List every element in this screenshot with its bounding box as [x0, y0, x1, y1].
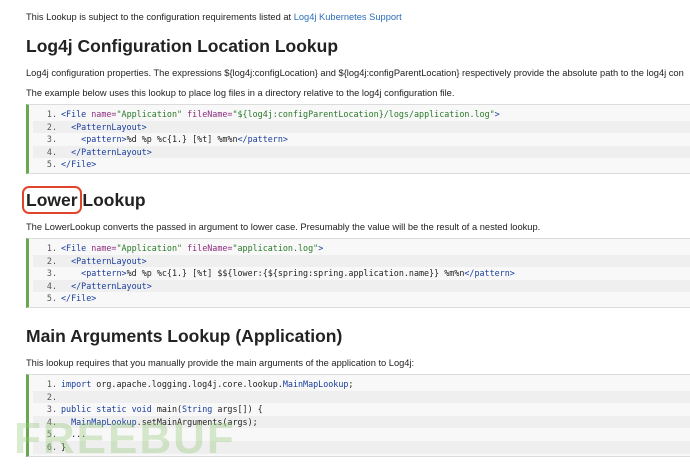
line-number: 2.: [46, 121, 57, 132]
freebuf-watermark-logo: FREEBUF: [14, 414, 236, 463]
section-heading-lower-lookup: Lower Lookup: [22, 186, 146, 214]
line-number: 2.: [46, 391, 57, 402]
section-heading-main-arguments: Main Arguments Lookup (Application): [26, 326, 343, 346]
highlighted-word-lower: Lower: [22, 186, 82, 214]
code-text: <pattern>%d %p %c{1.} [%t] $${lower:{${s…: [61, 268, 515, 279]
line-number: 3.: [46, 268, 57, 279]
code-line: 3. <pattern>%d %p %c{1.} [%t] %m%n</patt…: [33, 133, 690, 146]
line-number: 3.: [46, 134, 57, 145]
lower-lookup-description: The LowerLookup converts the passed in a…: [26, 222, 541, 232]
line-number: 4.: [46, 280, 57, 291]
code-text: <PatternLayout>: [61, 121, 147, 132]
code-text: <pattern>%d %p %c{1.} [%t] %m%n</pattern…: [61, 134, 288, 145]
line-number: 1.: [46, 109, 57, 119]
code-text: </PatternLayout>: [61, 146, 152, 157]
code-text: <File name="Application" fileName="appli…: [61, 243, 324, 253]
code-line: 4. </PatternLayout>: [33, 279, 690, 293]
section-heading-config-location: Log4j Configuration Location Lookup: [26, 36, 339, 56]
intro-text: This Lookup is subject to the configurat…: [26, 12, 402, 22]
line-number: 4.: [46, 146, 57, 157]
code-block-config-location: 1. <File name="Application" fileName="${l…: [26, 104, 690, 174]
line-number: 1.: [46, 379, 57, 389]
code-line: 3. <pattern>%d %p %c{1.} [%t] $${lower:{…: [33, 267, 690, 280]
code-text: <PatternLayout>: [61, 255, 147, 266]
code-line: 2. <PatternLayout>: [33, 120, 690, 134]
main-arguments-description: This lookup requires that you manually p…: [26, 358, 415, 368]
line-number: 5.: [46, 293, 57, 304]
code-line: 4. </PatternLayout>: [33, 145, 690, 159]
code-line: 5. </File>: [33, 292, 690, 305]
line-number: 1.: [46, 243, 57, 253]
code-text: </File>: [61, 293, 97, 304]
code-line: 2. <PatternLayout>: [33, 254, 690, 268]
code-line: 1. <File name="Application" fileName="${l…: [33, 108, 690, 121]
code-text: import org.apache.logging.log4j.core.loo…: [61, 379, 354, 389]
config-location-example-text: The example below uses this lookup to pl…: [26, 88, 455, 98]
line-number: 2.: [46, 255, 57, 266]
code-text: </PatternLayout>: [61, 280, 152, 291]
kubernetes-support-link[interactable]: Log4j Kubernetes Support: [294, 12, 402, 22]
code-text: </File>: [61, 159, 97, 170]
code-text: <File name="Application" fileName="${log…: [61, 109, 500, 119]
code-line: 1. import org.apache.logging.log4j.core.l…: [33, 378, 690, 391]
line-number: 5.: [46, 159, 57, 170]
code-block-lower-lookup: 1. <File name="Application" fileName="app…: [26, 238, 690, 308]
code-line: 1. <File name="Application" fileName="app…: [33, 242, 690, 255]
config-location-description: Log4j configuration properties. The expr…: [26, 68, 684, 78]
code-line: 2.: [33, 390, 690, 404]
code-line: 5. </File>: [33, 158, 690, 171]
